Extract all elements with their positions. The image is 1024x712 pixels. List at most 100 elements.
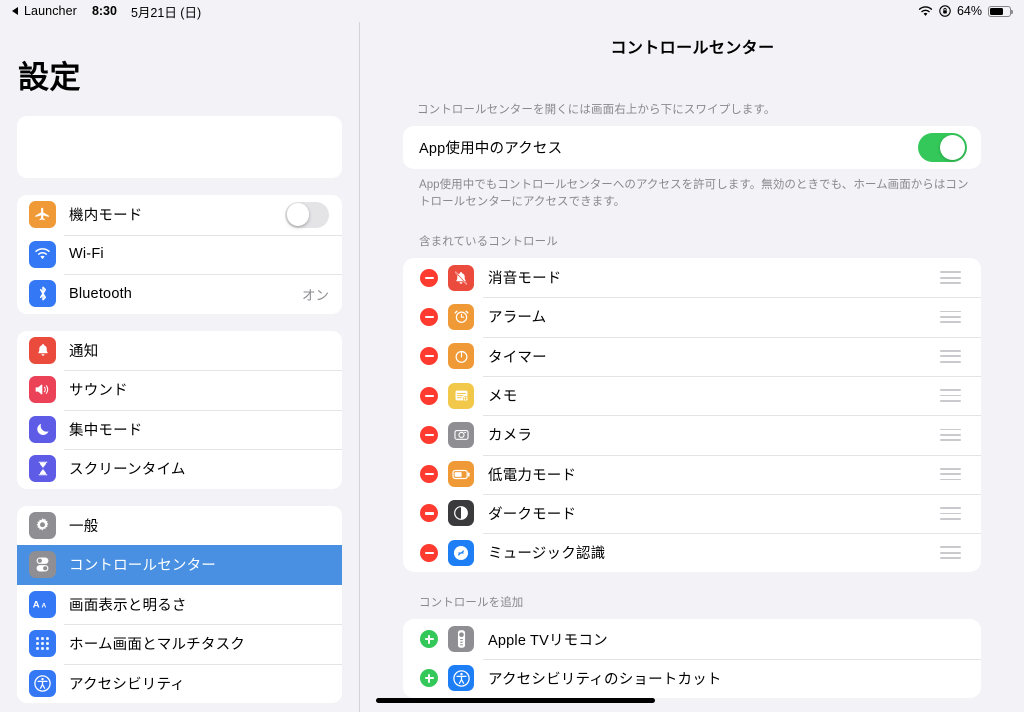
remove-control-button[interactable] bbox=[420, 504, 438, 523]
sidebar-item-hourglass[interactable]: スクリーンタイム bbox=[17, 449, 342, 489]
control-row[interactable]: タイマー bbox=[403, 336, 981, 376]
reorder-handle-icon[interactable] bbox=[940, 467, 961, 481]
launcher-back-label[interactable]: Launcher bbox=[24, 4, 77, 18]
reorder-handle-icon[interactable] bbox=[940, 546, 961, 560]
sidebar-group-2: 通知 サウンド集中モードスクリーンタイム bbox=[17, 330, 342, 489]
sidebar-item-speaker[interactable]: サウンド bbox=[17, 370, 342, 410]
included-controls-card: 消音モードアラームタイマーメモカメラ低電力モード ダークモードミュージック認識 bbox=[403, 258, 981, 573]
accessibility-icon bbox=[448, 665, 474, 692]
control-row[interactable]: Apple TVリモコン bbox=[403, 619, 981, 658]
control-label: アクセシビリティのショートカット bbox=[488, 671, 722, 688]
control-row[interactable]: 低電力モード bbox=[403, 454, 981, 494]
apple-tv-remote-icon bbox=[448, 626, 474, 653]
gear-icon bbox=[29, 511, 56, 539]
home-indicator[interactable] bbox=[376, 698, 655, 703]
remove-control-button[interactable] bbox=[420, 268, 438, 287]
status-bar: Launcher 8:30 5月21日 (日) 64% bbox=[0, 0, 1024, 22]
bell-slash-icon bbox=[448, 264, 474, 291]
battery-icon bbox=[988, 5, 1013, 17]
page-title: 設定 bbox=[18, 60, 81, 95]
sidebar-item-accessibility[interactable]: アクセシビリティ bbox=[17, 663, 342, 704]
remove-control-button[interactable] bbox=[420, 425, 438, 444]
control-label: Apple TVリモコン bbox=[488, 632, 608, 649]
control-center-icon bbox=[29, 551, 56, 579]
sidebar-item-label: アクセシビリティ bbox=[69, 676, 186, 693]
back-triangle-icon[interactable] bbox=[12, 7, 18, 15]
control-row[interactable]: アクセシビリティのショートカット bbox=[403, 658, 981, 698]
access-toggle-label: App使用中のアクセス bbox=[419, 141, 563, 157]
access-description: App使用中でもコントロールセンターへのアクセスを許可します。無効のときでも、ホ… bbox=[419, 179, 969, 209]
remove-control-button[interactable] bbox=[420, 307, 438, 326]
control-row[interactable]: カメラ bbox=[403, 415, 981, 454]
control-row[interactable]: メモ bbox=[403, 375, 981, 415]
status-date: 5月21日 (日) bbox=[130, 5, 202, 20]
sidebar-item-bell[interactable]: 通知 bbox=[17, 331, 342, 371]
settings-sidebar[interactable]: 設定 機内モード Wi-Fi Bluetooth オン 通知 サウンド集中モードスクリーン… bbox=[0, 22, 360, 712]
sidebar-group-1: 機内モード Wi-Fi Bluetooth オン bbox=[17, 195, 342, 314]
reorder-handle-icon[interactable] bbox=[940, 271, 961, 284]
wifi-icon bbox=[29, 240, 56, 268]
alarm-clock-icon bbox=[448, 303, 474, 330]
sidebar-item-home-screen[interactable]: ホーム画面とマルチタスク bbox=[17, 624, 342, 664]
notes-icon bbox=[448, 382, 474, 409]
timer-icon bbox=[448, 343, 474, 370]
reorder-handle-icon[interactable] bbox=[940, 389, 961, 402]
control-label: ダークモード bbox=[488, 506, 577, 523]
control-label: 消音モード bbox=[488, 271, 562, 288]
detail-title: コントロールセンター bbox=[610, 40, 775, 57]
speaker-icon bbox=[29, 376, 56, 404]
add-control-button[interactable] bbox=[420, 630, 438, 649]
remove-control-button[interactable] bbox=[420, 386, 438, 405]
sidebar-item-label: 機内モード bbox=[69, 208, 143, 225]
add-section-header: コントロールを追加 bbox=[419, 597, 524, 610]
reorder-handle-icon[interactable] bbox=[940, 349, 961, 363]
control-row[interactable]: アラーム bbox=[403, 297, 981, 336]
status-bar-right: 64% bbox=[918, 4, 1024, 18]
status-time: 8:30 bbox=[91, 4, 117, 18]
sidebar-item-moon[interactable]: 集中モード bbox=[17, 409, 342, 450]
sidebar-item-label: 集中モード bbox=[69, 422, 143, 439]
account-banner-card[interactable] bbox=[17, 116, 342, 178]
sidebar-item-wifi[interactable]: Wi-Fi bbox=[17, 234, 342, 275]
control-label: メモ bbox=[488, 389, 518, 406]
airplane-icon bbox=[29, 201, 56, 229]
sidebar-item-airplane[interactable]: 機内モード bbox=[17, 195, 342, 235]
reorder-handle-icon[interactable] bbox=[940, 507, 961, 520]
access-toggle-switch[interactable] bbox=[918, 133, 967, 162]
reorder-handle-icon[interactable] bbox=[940, 428, 961, 442]
control-label: アラーム bbox=[488, 310, 547, 327]
low-power-battery-icon bbox=[448, 461, 474, 488]
add-control-button[interactable] bbox=[420, 669, 438, 688]
reorder-handle-icon[interactable] bbox=[940, 310, 961, 324]
included-section-header: 含まれているコントロール bbox=[419, 236, 558, 249]
remove-control-button[interactable] bbox=[420, 543, 438, 562]
sidebar-item-label: Wi-Fi bbox=[69, 246, 104, 263]
bluetooth-icon bbox=[29, 280, 56, 308]
access-toggle-row[interactable]: App使用中のアクセス bbox=[403, 126, 981, 169]
sidebar-item-label: 画面表示と明るさ bbox=[69, 597, 187, 614]
sidebar-item-gear[interactable]: 一般 bbox=[17, 506, 342, 546]
control-label: タイマー bbox=[488, 349, 547, 366]
sidebar-item-bluetooth[interactable]: Bluetooth オン bbox=[17, 274, 342, 314]
svg-text:A: A bbox=[32, 600, 39, 611]
sidebar-groups: 機内モード Wi-Fi Bluetooth オン 通知 サウンド集中モードスクリーンタイム… bbox=[0, 195, 359, 712]
control-label: 低電力モード bbox=[488, 467, 577, 484]
airplane-mode-toggle[interactable] bbox=[285, 201, 329, 228]
control-row[interactable]: 消音モード bbox=[403, 258, 981, 297]
home-screen-icon bbox=[29, 630, 56, 658]
sidebar-item-control-center[interactable]: コントロールセンター bbox=[17, 545, 342, 585]
accessibility-icon bbox=[29, 669, 56, 697]
access-toggle-card: App使用中のアクセス bbox=[403, 126, 981, 169]
hourglass-icon bbox=[29, 455, 56, 483]
remove-control-button[interactable] bbox=[420, 465, 438, 484]
control-label: ミュージック認識 bbox=[488, 546, 606, 563]
moon-icon bbox=[29, 415, 56, 443]
control-row[interactable]: ミュージック認識 bbox=[403, 533, 981, 572]
text-size-icon: AA bbox=[29, 590, 56, 618]
remove-control-button[interactable] bbox=[420, 347, 438, 366]
ipad-settings-screen: Launcher 8:30 5月21日 (日) 64% 設定 機内モード Wi-… bbox=[0, 0, 1024, 712]
sidebar-item-label: 一般 bbox=[69, 518, 99, 535]
control-row[interactable]: ダークモード bbox=[403, 493, 981, 533]
sidebar-item-text-size[interactable]: A A 画面表示と明るさ bbox=[17, 585, 342, 625]
rotation-lock-icon bbox=[939, 5, 951, 17]
